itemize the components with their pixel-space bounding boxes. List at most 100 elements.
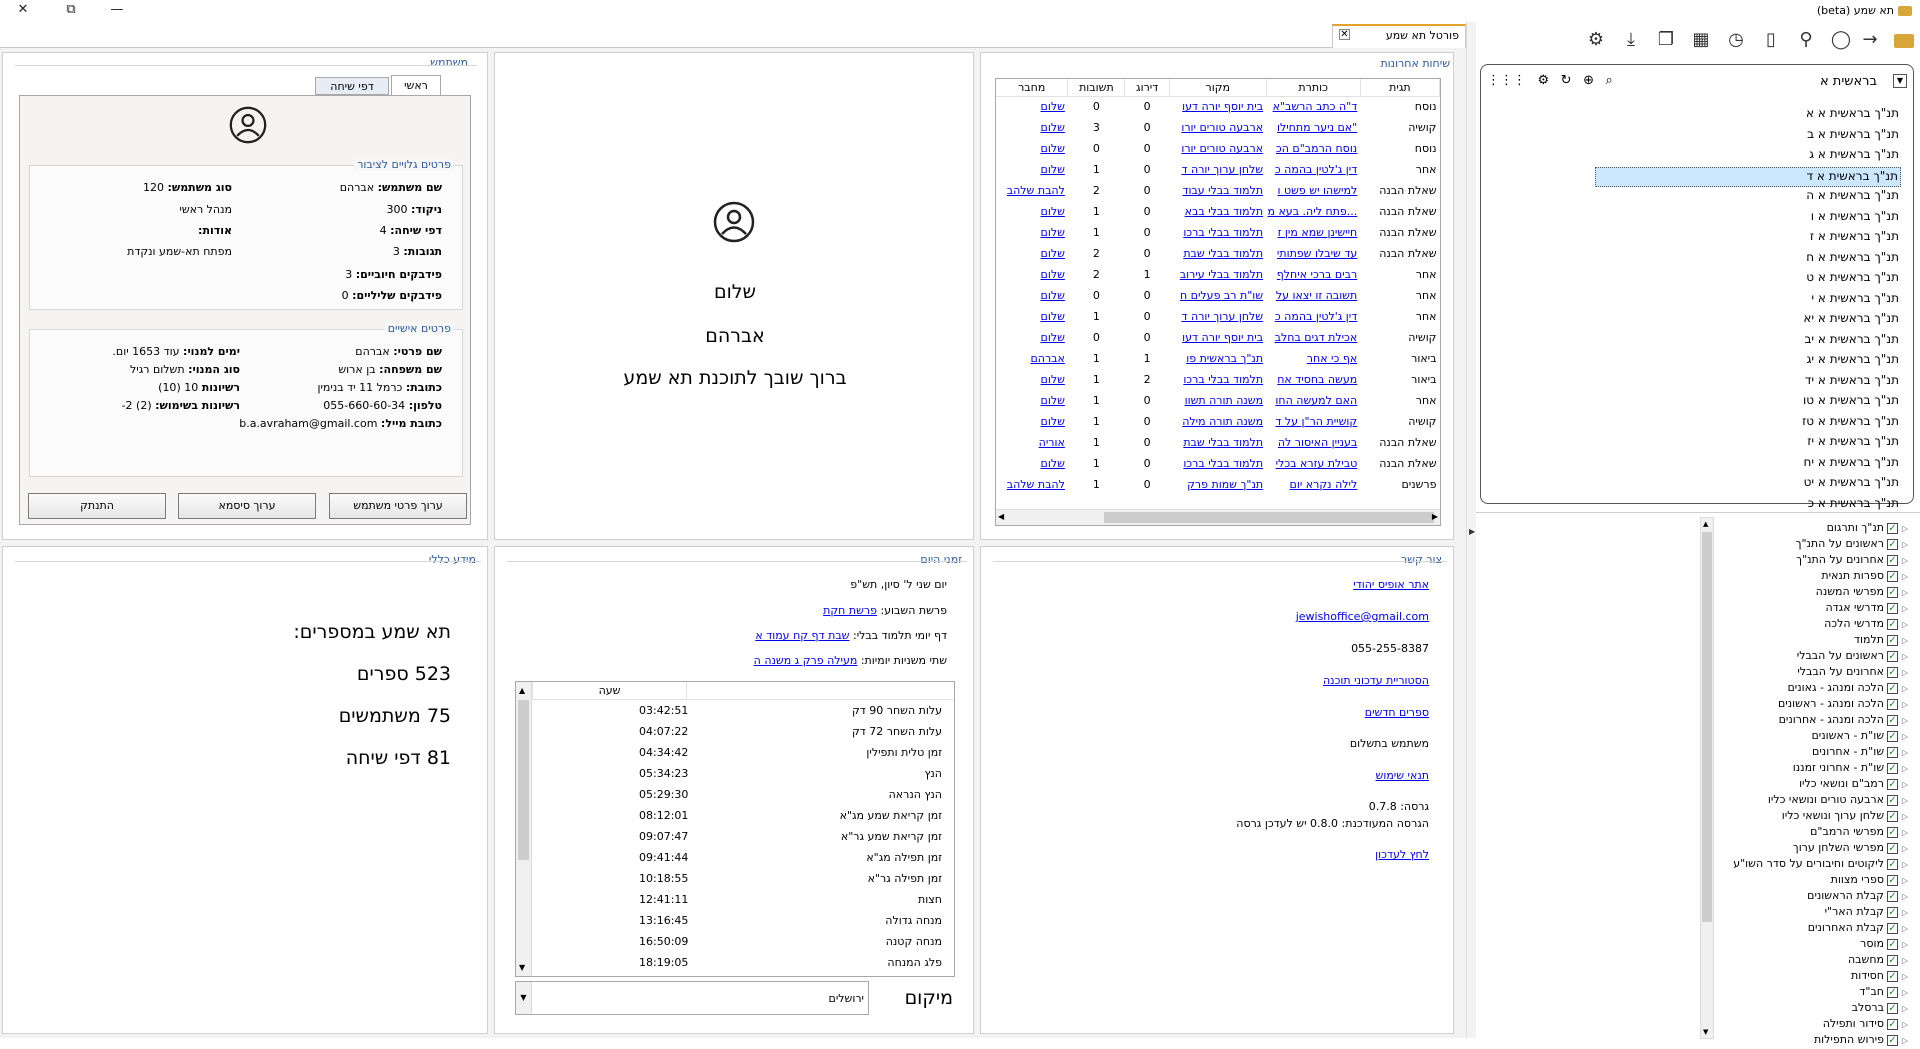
expand-arrow-icon[interactable]: ▶ xyxy=(1469,527,1475,536)
recent-row[interactable]: שאלת הבנה למישהו יש פשט ו תלמוד בבלי עבוד 0… xyxy=(996,180,1440,201)
recent-cell[interactable]: חיישינן שמא מין ז xyxy=(1266,222,1360,243)
expand-icon[interactable]: ▷ xyxy=(1900,764,1908,773)
tab-main[interactable]: ראשי xyxy=(391,75,441,95)
scroll-up-icon[interactable]: ▲ xyxy=(519,686,525,695)
category-checkbox[interactable]: ✓ xyxy=(1887,602,1898,614)
book-item[interactable]: תנ"ך בראשית א ב xyxy=(1805,126,1901,146)
category-item[interactable]: ▷✓ארבעה טורים ונושאי כליו xyxy=(1768,793,1908,809)
location-select[interactable]: ירושלים ▼ xyxy=(515,981,869,1015)
expand-icon[interactable]: ▷ xyxy=(1900,972,1908,981)
expand-icon[interactable]: ▷ xyxy=(1900,716,1908,725)
category-item[interactable]: ▷✓ברסלב xyxy=(1852,1001,1908,1017)
col-tag[interactable]: תגית xyxy=(1360,79,1440,97)
category-checkbox[interactable]: ✓ xyxy=(1887,986,1898,998)
category-item[interactable]: ▷✓מפרשי המשנה xyxy=(1816,585,1908,601)
col-source[interactable]: מקור xyxy=(1169,79,1267,97)
category-item[interactable]: ▷✓סידור ותפילה xyxy=(1823,1017,1908,1033)
category-item[interactable]: ▷✓הלכה ומנהג - ראשונים xyxy=(1778,697,1908,713)
expand-icon[interactable]: ▷ xyxy=(1900,1020,1908,1029)
recent-cell[interactable]: שלום xyxy=(996,96,1068,117)
category-item[interactable]: ▷✓ספרי מצוות xyxy=(1831,873,1908,889)
book-item[interactable]: תנ"ך בראשית א יג xyxy=(1804,351,1901,371)
zoom-in-icon[interactable]: ⊕ xyxy=(1583,73,1594,88)
scroll-right-icon[interactable]: ▶ xyxy=(1432,512,1438,521)
expand-icon[interactable]: ▷ xyxy=(1900,924,1908,933)
book-item[interactable]: תנ"ך בראשית א טו xyxy=(1801,392,1901,412)
category-checkbox[interactable]: ✓ xyxy=(1887,650,1898,662)
zmanim-row[interactable]: מנחה גדולה 13:16:45 xyxy=(532,910,954,931)
bookmark-icon[interactable]: ▯ xyxy=(1759,28,1783,52)
category-checkbox[interactable]: ✓ xyxy=(1887,698,1898,710)
category-item[interactable]: ▷✓הלכה ומנהג - אחרונים xyxy=(1779,713,1908,729)
recent-cell[interactable]: לילה נקרא יום xyxy=(1266,474,1360,495)
download-icon[interactable]: ⤓ xyxy=(1619,28,1643,52)
category-item[interactable]: ▷✓מפרשי הרמב"ם xyxy=(1810,825,1908,841)
recent-row[interactable]: נוסח נוסח הרמב"ם הכ ארבעה טורים יורו 0 0 שלום xyxy=(996,138,1440,159)
zmanim-row[interactable]: חצות 12:41:11 xyxy=(532,889,954,910)
expand-icon[interactable]: ▷ xyxy=(1900,668,1908,677)
book-item[interactable]: תנ"ך בראשית א יד xyxy=(1803,372,1901,392)
recent-row[interactable]: פרשנים לילה נקרא יום תנ"ך שמות פרק 0 1 להבת ש… xyxy=(996,474,1440,495)
category-item[interactable]: ▷✓מחשבה xyxy=(1848,953,1908,969)
recent-cell[interactable]: שלום xyxy=(996,201,1068,222)
expand-icon[interactable]: ▷ xyxy=(1900,556,1908,565)
recent-cell[interactable]: שלום xyxy=(996,306,1068,327)
recent-cell[interactable]: שלום xyxy=(996,264,1068,285)
calendar-icon[interactable]: ▦ xyxy=(1689,28,1713,52)
category-checkbox[interactable]: ✓ xyxy=(1887,570,1898,582)
expand-icon[interactable]: ▷ xyxy=(1900,604,1908,613)
recent-cell[interactable]: עד שיבלו שפתותי xyxy=(1266,243,1360,264)
expand-icon[interactable]: ▷ xyxy=(1900,700,1908,709)
close-window-button[interactable]: ✕ xyxy=(0,0,46,22)
book-item[interactable]: תנ"ך בראשית א טז xyxy=(1800,413,1901,433)
col-author[interactable]: מחבר xyxy=(996,79,1069,97)
recent-cell[interactable]: להבת שלהב xyxy=(996,180,1068,201)
zmanim-row[interactable]: זמן קריאת שמע גר"א 09:07:47 xyxy=(532,826,954,847)
recent-cell[interactable]: טבילת עזרא בכלי xyxy=(1266,453,1360,474)
expand-icon[interactable]: ▷ xyxy=(1900,524,1908,533)
category-item[interactable]: ▷✓ליקוטים וחיבורים על סדר השו"ע xyxy=(1733,857,1908,873)
recent-cell[interactable]: שלום xyxy=(996,243,1068,264)
recent-row[interactable]: אחר האם למעשה החו משנה תורה תשוו 0 1 שלום xyxy=(996,390,1440,411)
category-item[interactable]: ▷✓אחרונים על התנ"ך xyxy=(1796,553,1908,569)
settings-icon[interactable]: ⚙ xyxy=(1538,73,1550,88)
zmanim-row[interactable]: זמן טלית ותפילין 04:34:42 xyxy=(532,742,954,763)
book-icon[interactable] xyxy=(1894,34,1914,48)
search-user-icon[interactable]: ⚲ xyxy=(1794,28,1818,52)
category-item[interactable]: ▷✓מדרשי אגדה xyxy=(1825,601,1908,617)
recent-cell[interactable]: רבים ברכי איחלף xyxy=(1266,264,1360,285)
category-item[interactable]: ▷✓ספרות תנאית xyxy=(1821,569,1908,585)
col-title[interactable]: כותרת xyxy=(1266,79,1361,97)
expand-icon[interactable]: ▷ xyxy=(1900,652,1908,661)
recent-cell[interactable]: ...פתח ליה. בעא מ xyxy=(1266,201,1360,222)
expand-icon[interactable]: ▷ xyxy=(1900,876,1908,885)
parasha-link[interactable]: פרשת חקת xyxy=(823,604,877,617)
book-item[interactable]: תנ"ך בראשית א ו xyxy=(1809,208,1901,228)
recent-cell[interactable]: שלום xyxy=(996,222,1068,243)
update-history-link[interactable]: הסטוריית עדכוני תוכנה xyxy=(1323,674,1429,687)
recent-row[interactable]: קושיה "אם ניער מתחילו ארבעה טורים יורו 0 3 של… xyxy=(996,117,1440,138)
recent-row[interactable]: קושיה אכילת דגים בחלב בית יוסף יורה דעו 0 0 ש… xyxy=(996,327,1440,348)
back-arrow-icon[interactable]: → xyxy=(1858,28,1882,52)
recent-cell[interactable]: אף כי אחר xyxy=(1266,348,1360,369)
category-item[interactable]: ▷✓שו"ת - אחרונים xyxy=(1812,745,1908,761)
expand-icon[interactable]: ▷ xyxy=(1900,636,1908,645)
zmanim-row[interactable]: עלות השחר 90 דק 03:42:51 xyxy=(532,700,954,721)
category-checkbox[interactable]: ✓ xyxy=(1887,874,1898,886)
recent-cell[interactable]: דין ג'לטין בהמה כ xyxy=(1266,159,1360,180)
recent-row[interactable]: שאלת הבנה בעניין האיסור לה תלמוד בבלי שבת 0… xyxy=(996,432,1440,453)
recent-cell[interactable]: שו"ת רב פעלים ח xyxy=(1169,285,1266,306)
recent-cell[interactable]: דין ג'לטין בהמה כ xyxy=(1266,306,1360,327)
recent-row[interactable]: אחר דין ג'לטין בהמה כ שלחן ערוך יורה ד 0 1 של… xyxy=(996,306,1440,327)
category-checkbox[interactable]: ✓ xyxy=(1887,842,1898,854)
profile-icon[interactable]: ◯ xyxy=(1829,28,1853,52)
daf-yomi-link[interactable]: שבת דף קח עמוד א xyxy=(755,629,849,642)
scroll-left-icon[interactable]: ◀ xyxy=(998,512,1004,521)
tab-portal[interactable]: פורטל תא שמע ✕ xyxy=(1332,24,1466,48)
category-item[interactable]: ▷✓שו"ת - ראשונים xyxy=(1811,729,1908,745)
category-item[interactable]: ▷✓חב"ד xyxy=(1859,985,1908,1001)
category-checkbox[interactable]: ✓ xyxy=(1887,970,1898,982)
expand-icon[interactable]: ▷ xyxy=(1900,780,1908,789)
col-hour[interactable]: שעה xyxy=(532,682,687,700)
category-checkbox[interactable]: ✓ xyxy=(1887,538,1898,550)
